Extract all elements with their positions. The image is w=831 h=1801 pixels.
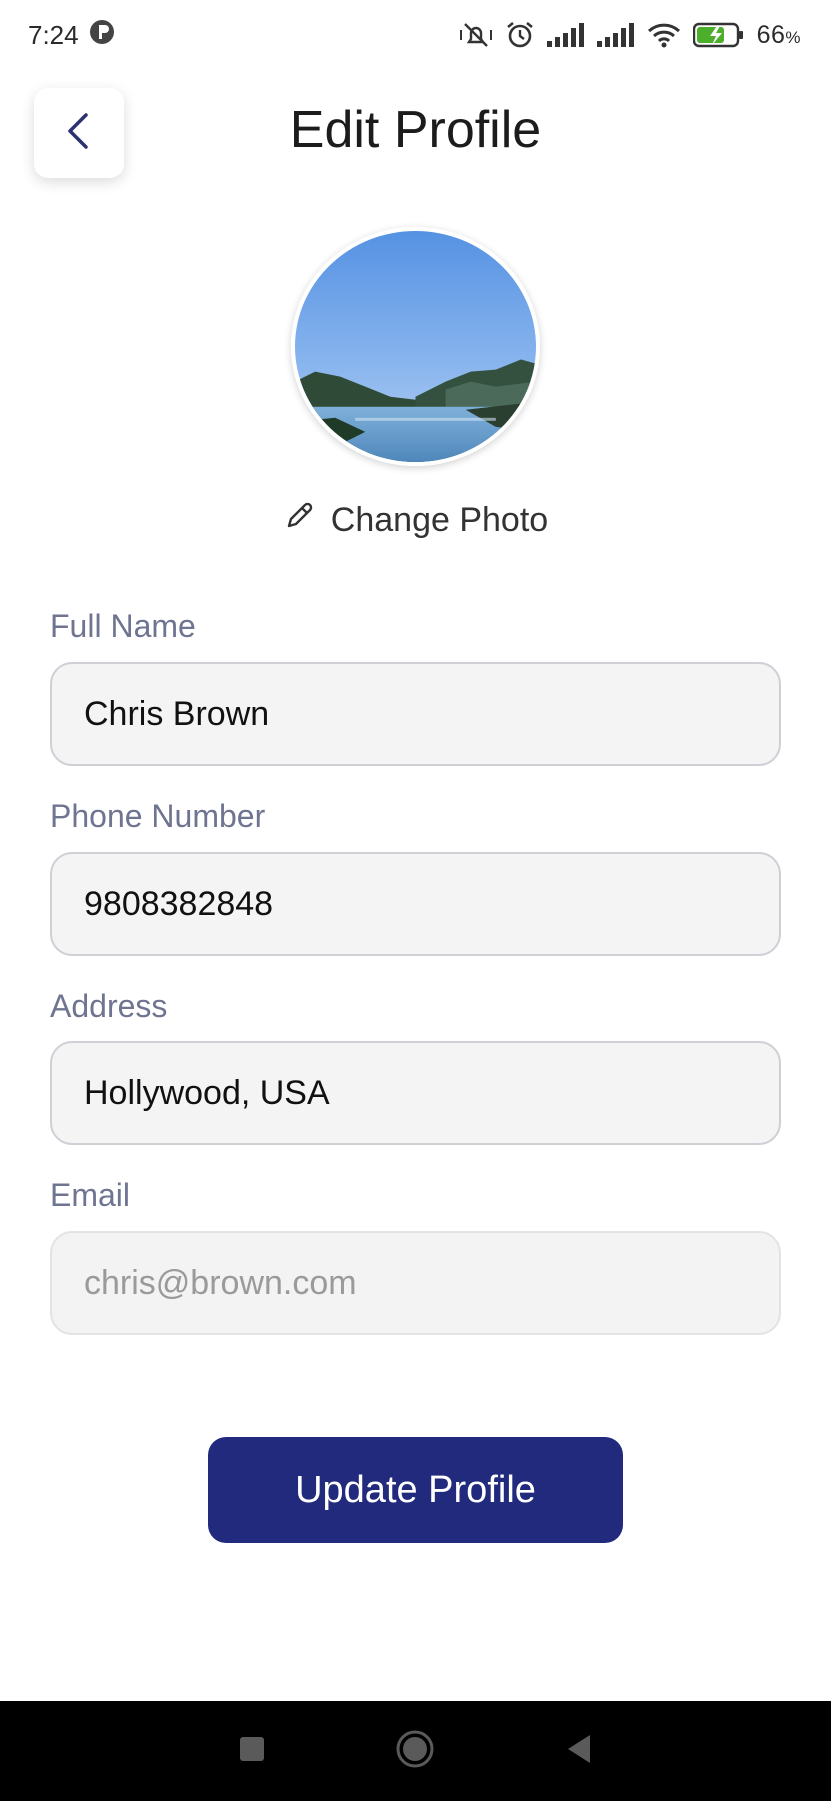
- signal-icon-2: [596, 23, 635, 47]
- status-left: 7:24: [28, 19, 115, 52]
- change-photo-label: Change Photo: [330, 501, 549, 539]
- status-time: 7:24: [28, 19, 79, 50]
- nav-back-button[interactable]: [549, 1721, 609, 1781]
- full-name-label: Full Name: [50, 608, 196, 644]
- mute-vibrate-icon: [459, 20, 493, 50]
- triangle-back-icon: [564, 1733, 594, 1770]
- update-profile-button[interactable]: Update Profile: [208, 1437, 623, 1543]
- status-right: 66%: [459, 20, 801, 50]
- email-field: [50, 1231, 781, 1335]
- phone-number-field[interactable]: [50, 852, 781, 956]
- signal-icon: [546, 23, 585, 47]
- page-title: Edit Profile: [289, 101, 542, 159]
- battery-percent: 66%: [756, 20, 801, 49]
- alarm-icon: [505, 20, 535, 50]
- status-bar: 7:24 66%: [0, 0, 831, 70]
- landscape-photo: [295, 231, 536, 462]
- full-name-field[interactable]: [50, 662, 781, 766]
- battery-icon: [692, 22, 745, 48]
- address-field[interactable]: [50, 1041, 781, 1145]
- change-photo-button[interactable]: Change Photo: [0, 500, 831, 541]
- square-icon: [238, 1735, 266, 1768]
- notification-icon: [89, 19, 115, 52]
- address-label: Address: [50, 988, 168, 1024]
- nav-recents-button[interactable]: [222, 1721, 282, 1781]
- pencil-icon: [283, 500, 315, 541]
- nav-home-button[interactable]: [385, 1721, 445, 1781]
- email-label: Email: [50, 1177, 131, 1213]
- system-nav-bar: [0, 1701, 831, 1801]
- wifi-icon: [647, 22, 681, 48]
- phone-number-label: Phone Number: [50, 798, 266, 834]
- edit-profile-screen: 7:24 66% Edit Profile Change Photo Full …: [0, 0, 831, 1801]
- circle-icon: [395, 1729, 435, 1774]
- avatar: [291, 227, 540, 466]
